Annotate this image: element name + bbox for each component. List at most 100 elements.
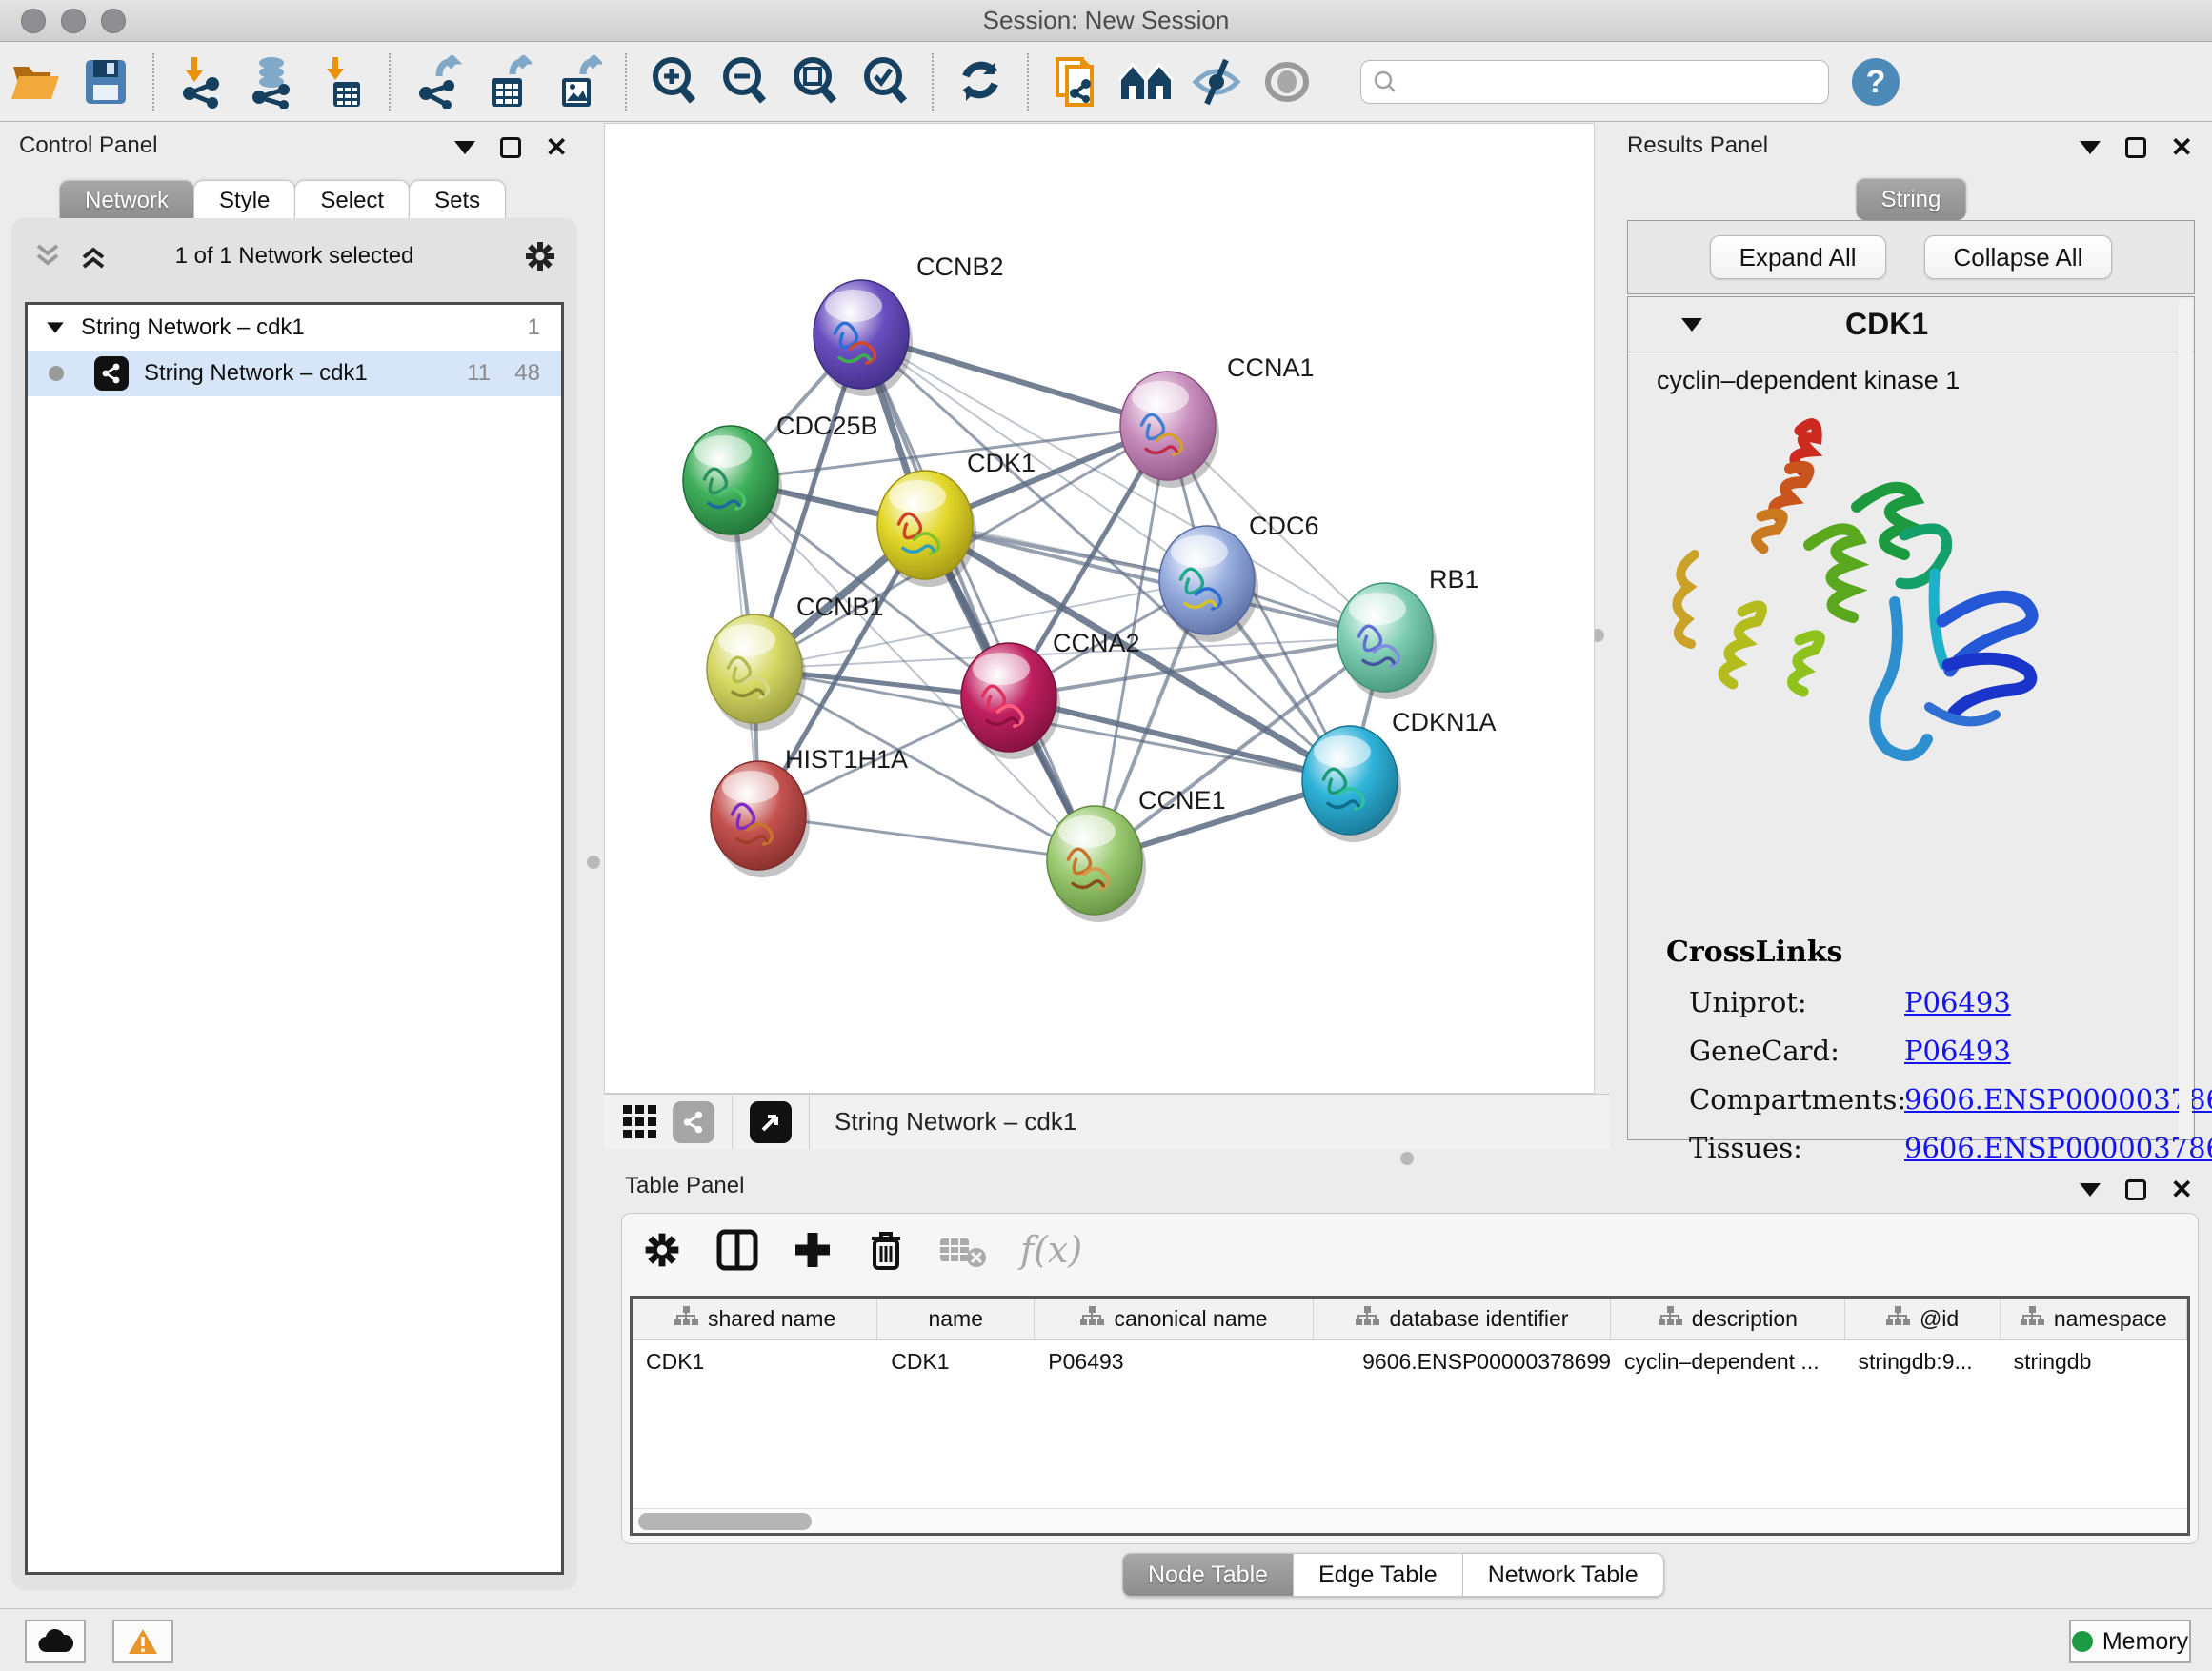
crosslink-link[interactable]: P06493	[1904, 986, 2011, 1018]
panel-collapse-icon[interactable]	[2080, 141, 2101, 154]
node-CDC6[interactable]: CDC6	[1159, 512, 1319, 642]
show-columns-icon[interactable]	[715, 1228, 759, 1272]
export-image-button[interactable]	[549, 52, 608, 111]
table-options-gear-icon[interactable]	[641, 1229, 683, 1271]
panel-close-icon[interactable]: ✕	[2171, 1177, 2193, 1203]
panel-float-icon[interactable]	[2125, 1179, 2146, 1200]
warnings-button[interactable]	[112, 1620, 173, 1663]
column-header-namespace[interactable]: namespace	[2001, 1299, 2187, 1339]
show-all-button[interactable]	[1257, 52, 1317, 111]
zoom-selected-button[interactable]	[855, 52, 915, 111]
birds-eye-view-icon[interactable]	[750, 1101, 792, 1143]
hierarchy-icon	[2020, 1305, 2044, 1334]
column-header-name[interactable]: name	[877, 1299, 1035, 1339]
panel-close-icon[interactable]: ✕	[546, 134, 568, 161]
cell[interactable]: stringdb	[2001, 1340, 2187, 1382]
main-toolbar: ?	[0, 43, 2212, 122]
edge-CCNB2-CCNE1[interactable]	[861, 334, 1095, 860]
open-session-button[interactable]	[6, 52, 65, 111]
export-network-button[interactable]	[408, 52, 467, 111]
string-network-graph[interactable]: CCNB2CCNA1CDC25BCDK1CDC6RB1CCNB1CCNA2CDK…	[605, 124, 1594, 1093]
column-header-database-identifier[interactable]: database identifier	[1314, 1299, 1611, 1339]
node-CCNA1[interactable]: CCNA1	[1120, 353, 1315, 488]
search-input[interactable]	[1403, 70, 1813, 94]
collapse-all-button[interactable]: Collapse All	[1924, 235, 2113, 279]
network-options-gear-icon[interactable]	[522, 238, 558, 274]
node-CCNB2[interactable]: CCNB2	[814, 252, 1004, 396]
export-table-button[interactable]	[478, 52, 537, 111]
panel-close-icon[interactable]: ✕	[2171, 134, 2193, 161]
panel-collapse-icon[interactable]	[454, 141, 475, 154]
network-collection-row[interactable]: String Network – cdk1 1	[28, 305, 561, 351]
help-icon: ?	[1850, 56, 1901, 108]
tab-node-table[interactable]: Node Table	[1122, 1553, 1294, 1597]
column-header-shared-name[interactable]: shared name	[633, 1299, 877, 1339]
tab-sets[interactable]: Sets	[409, 180, 506, 220]
column-header-description[interactable]: description	[1611, 1299, 1844, 1339]
collection-expand-icon[interactable]	[47, 322, 64, 332]
delete-column-icon[interactable]	[866, 1227, 906, 1273]
tab-string[interactable]: String	[1856, 178, 1967, 220]
add-column-icon[interactable]	[792, 1229, 834, 1271]
duplicate-network-button[interactable]	[1046, 52, 1105, 111]
refresh-button[interactable]	[951, 52, 1010, 111]
zoom-fit-icon	[790, 55, 839, 109]
network-row[interactable]: String Network – cdk1 11 48	[28, 351, 561, 396]
import-network-from-database-button[interactable]	[242, 52, 301, 111]
column-header--id[interactable]: @id	[1845, 1299, 2001, 1339]
cell[interactable]: 9606.ENSP00000378699	[1314, 1340, 1611, 1382]
network-selection-status: 1 of 1 Network selected	[11, 243, 577, 270]
results-scrollbar[interactable]	[2179, 299, 2192, 1139]
grid-view-icon[interactable]	[621, 1103, 659, 1141]
search-field[interactable]	[1360, 60, 1829, 104]
edge-CDK1-RB1[interactable]	[925, 525, 1385, 637]
first-neighbors-button[interactable]	[1116, 52, 1176, 111]
tab-network[interactable]: Network	[59, 180, 194, 220]
zoom-in-button[interactable]	[644, 52, 703, 111]
cell[interactable]: CDK1	[877, 1340, 1035, 1382]
memory-button[interactable]: Memory	[2069, 1620, 2191, 1663]
panel-collapse-icon[interactable]	[2080, 1183, 2101, 1197]
gene-header-row[interactable]: CDK1	[1628, 297, 2194, 352]
table-horizontal-scrollbar[interactable]	[633, 1508, 2187, 1533]
node-RB1[interactable]: RB1	[1337, 565, 1479, 699]
save-session-button[interactable]	[76, 52, 135, 111]
cell[interactable]: cyclin–dependent ...	[1611, 1340, 1844, 1382]
crosslink-link[interactable]: 9606.ENSP00000378699	[1904, 1132, 2212, 1164]
cloud-status-button[interactable]	[25, 1620, 86, 1663]
left-splitter-handle[interactable]	[587, 856, 600, 869]
help-button[interactable]: ?	[1846, 52, 1905, 111]
horizontal-splitter-handle[interactable]	[1400, 1152, 1414, 1165]
column-header-canonical-name[interactable]: canonical name	[1035, 1299, 1314, 1339]
zoom-out-button[interactable]	[714, 52, 774, 111]
network-canvas[interactable]: CCNB2CCNA1CDC25BCDK1CDC6RB1CCNB1CCNA2CDK…	[604, 123, 1595, 1094]
panel-float-icon[interactable]	[500, 137, 521, 158]
node-CCNE1[interactable]: CCNE1	[1047, 786, 1226, 922]
panel-float-icon[interactable]	[2125, 137, 2146, 158]
crosslink-link[interactable]: P06493	[1904, 1035, 2011, 1067]
node-HIST1H1A[interactable]: HIST1H1A	[711, 745, 908, 877]
node-CCNB1[interactable]: CCNB1	[707, 593, 884, 731]
tab-edge-table[interactable]: Edge Table	[1293, 1553, 1463, 1597]
table-row[interactable]: CDK1CDK1P064939606.ENSP00000378699cyclin…	[633, 1340, 2187, 1382]
cell[interactable]: stringdb:9...	[1844, 1340, 2000, 1382]
node-CDC25B[interactable]: CDC25B	[683, 412, 878, 542]
import-table-button[interactable]	[312, 52, 372, 111]
cell[interactable]: CDK1	[633, 1340, 877, 1382]
zoom-in-icon	[649, 55, 698, 109]
zoom-fit-button[interactable]	[785, 52, 844, 111]
tab-network-table[interactable]: Network Table	[1462, 1553, 1664, 1597]
gene-expand-icon[interactable]	[1681, 318, 1702, 332]
import-network-button[interactable]	[171, 52, 231, 111]
string-view-icon[interactable]	[673, 1101, 714, 1143]
hide-selected-button[interactable]	[1187, 52, 1246, 111]
tab-select[interactable]: Select	[294, 180, 410, 220]
expand-all-button[interactable]: Expand All	[1710, 235, 1886, 279]
crosslink-link[interactable]: 9606.ENSP00000378699	[1904, 1083, 2212, 1116]
node-CDKN1A[interactable]: CDKN1A	[1302, 708, 1497, 842]
tab-style[interactable]: Style	[193, 180, 295, 220]
cell[interactable]: P06493	[1035, 1340, 1314, 1382]
hierarchy-icon	[1079, 1305, 1104, 1334]
scrollbar-thumb[interactable]	[638, 1513, 812, 1530]
node-CCNA2[interactable]: CCNA2	[961, 629, 1140, 759]
